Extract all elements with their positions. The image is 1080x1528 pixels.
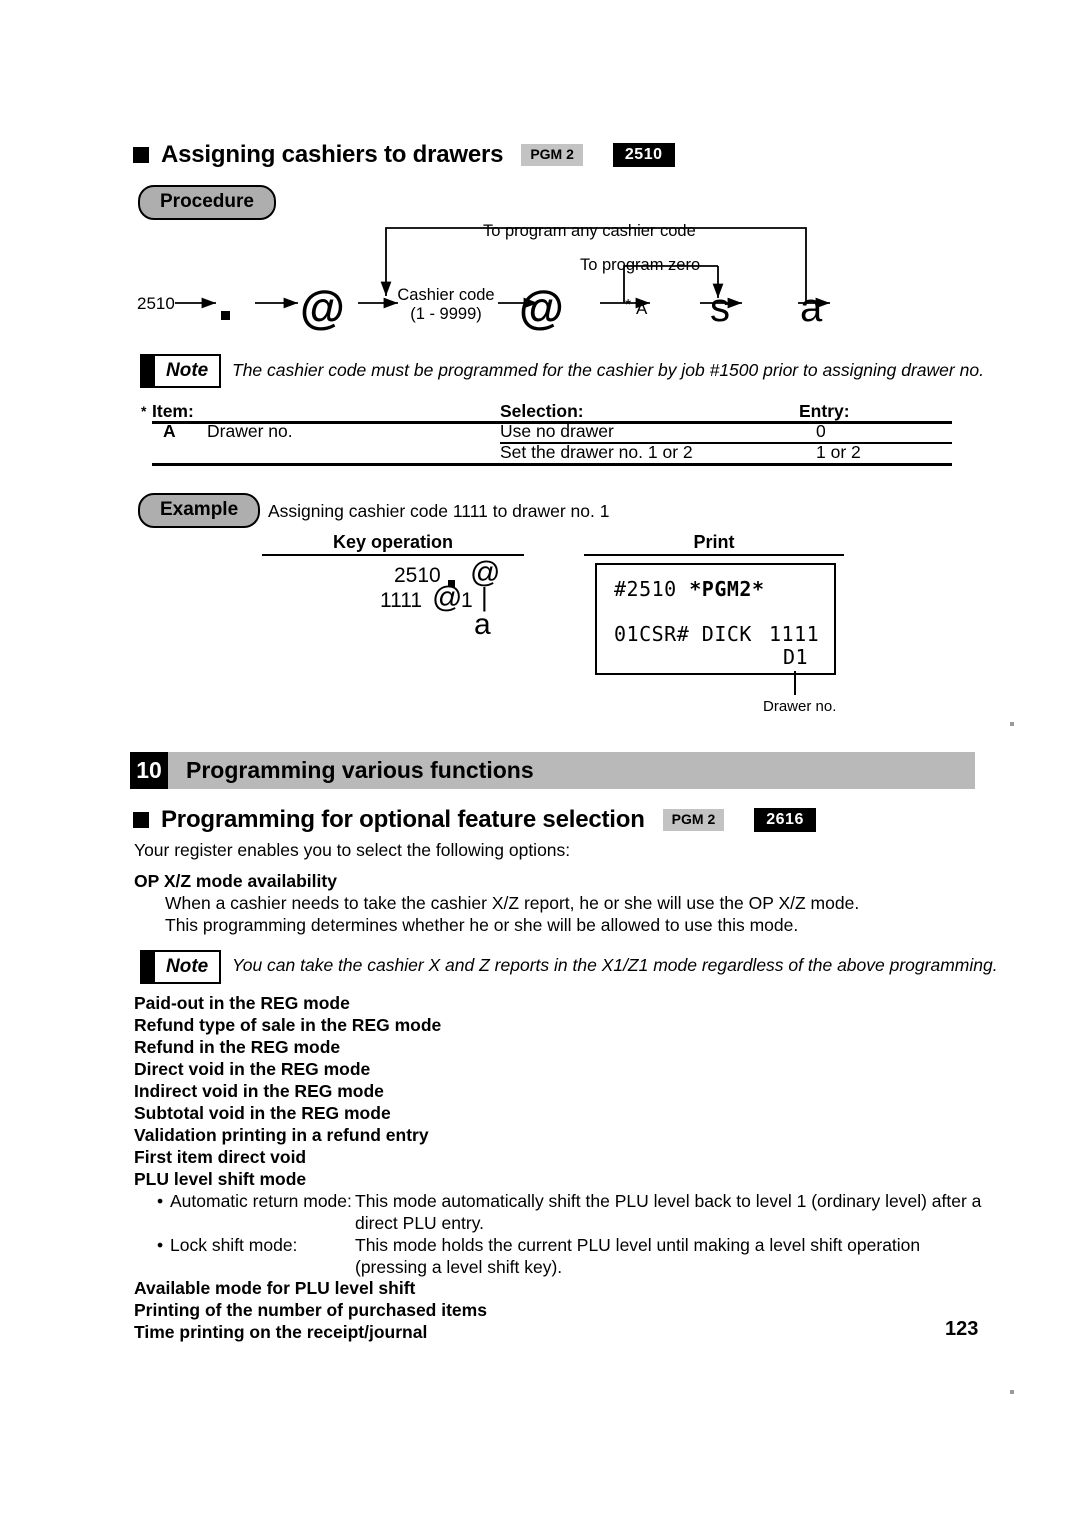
column-header-print: Print bbox=[693, 532, 735, 552]
note-badge-1: Note bbox=[140, 354, 222, 391]
option-list-item: PLU level shift mode bbox=[134, 1169, 307, 1189]
option-list-item: Paid-out in the REG mode bbox=[134, 993, 350, 1013]
receipt-line1-mode: *PGM2* bbox=[689, 577, 765, 601]
note-badge-box: Note bbox=[140, 950, 222, 984]
note-black-bar-icon bbox=[142, 356, 155, 386]
registration-tick bbox=[1010, 722, 1014, 726]
receipt-line-2-left: 01CSR# DICK bbox=[614, 622, 752, 646]
key-operation-content: 2510 @ 1111 @ 1 | a bbox=[0, 0, 1080, 640]
flow-start-code: 2510 bbox=[137, 294, 175, 313]
receipt-line-2-right: 1111 bbox=[769, 622, 820, 646]
option-list-item: Printing of the number of purchased item… bbox=[134, 1300, 487, 1320]
keyop-line2-bar-key: | bbox=[481, 582, 488, 612]
document-page: Assigning cashiers to drawers PGM 2 2510… bbox=[0, 0, 1080, 1528]
table-cell-entry: 0 bbox=[816, 421, 826, 441]
option-list-item: Indirect void in the REG mode bbox=[134, 1081, 384, 1101]
decimal-point-key-icon bbox=[221, 311, 230, 320]
option-list-item: First item direct void bbox=[134, 1147, 307, 1167]
badge-pgm-mode: PGM 2 bbox=[521, 144, 583, 166]
example-description: Assigning cashier code 1111 to drawer no… bbox=[268, 501, 610, 521]
heading-title: Assigning cashiers to drawers bbox=[161, 141, 504, 168]
table-header-entry: Entry: bbox=[799, 401, 850, 421]
example-pill: Example bbox=[138, 493, 261, 528]
section-10-title: Programming various functions bbox=[168, 752, 975, 789]
badge-job-code: 2510 bbox=[612, 143, 675, 167]
page-number: 123 bbox=[945, 1318, 979, 1340]
square-bullet-icon bbox=[133, 812, 149, 828]
section-10-number: 10 bbox=[130, 752, 168, 789]
heading-title: Programming for optional feature selecti… bbox=[161, 806, 645, 833]
plu-bullet-marker: • bbox=[157, 1191, 164, 1211]
table-cell-item: Drawer no. bbox=[207, 421, 293, 441]
option-list-item: Time printing on the receipt/journal bbox=[134, 1322, 428, 1342]
table-asterisk: * bbox=[141, 403, 147, 419]
table-header-item: Item: bbox=[152, 401, 194, 421]
table-cell-selection: Use no drawer bbox=[500, 421, 614, 441]
plu-bullet-line1: This mode automatically shift the PLU le… bbox=[355, 1191, 982, 1211]
option-list-item: Subtotal void in the REG mode bbox=[134, 1103, 391, 1123]
drawer-no-leader-line bbox=[794, 671, 796, 695]
print-receipt-box: #2510 *PGM2* 01CSR# DICK 1111 D1 bbox=[595, 563, 836, 675]
heading-optional-feature: Programming for optional feature selecti… bbox=[133, 806, 816, 834]
note-text-1: The cashier code must be programmed for … bbox=[232, 360, 984, 380]
flow-item-a: A bbox=[636, 299, 648, 318]
plu-bullet-line1: This mode holds the current PLU level un… bbox=[355, 1235, 921, 1255]
note-label: Note bbox=[166, 956, 209, 977]
table-cell-key: A bbox=[163, 421, 176, 441]
table-header-selection: Selection: bbox=[500, 401, 584, 421]
option-list-item: Direct void in the REG mode bbox=[134, 1059, 371, 1079]
flow-subtotal-key: s bbox=[710, 286, 730, 330]
keyop-line2-digit: 1 bbox=[461, 589, 473, 612]
optional-intro-text: Your register enables you to select the … bbox=[134, 840, 571, 860]
column-header-key-operation: Key operation bbox=[332, 532, 454, 552]
receipt-line-1: #2510 *PGM2* bbox=[614, 577, 765, 601]
keyop-line2-number: 1111 bbox=[380, 589, 423, 612]
opxz-line-1: When a cashier needs to take the cashier… bbox=[165, 893, 860, 913]
badge-pgm-mode: PGM 2 bbox=[662, 809, 725, 831]
example-label: Example bbox=[138, 493, 261, 528]
opxz-line-2: This programming determines whether he o… bbox=[165, 915, 799, 935]
caption-drawer-no: Drawer no. bbox=[763, 698, 837, 715]
heading-assigning-cashiers: Assigning cashiers to drawers PGM 2 2510 bbox=[133, 141, 675, 169]
procedure-label: Procedure bbox=[138, 185, 276, 220]
note-black-bar-icon bbox=[142, 952, 155, 982]
table-cell-entry: 1 or 2 bbox=[816, 442, 861, 462]
procedure-pill: Procedure bbox=[138, 185, 276, 220]
note-text-2: You can take the cashier X and Z reports… bbox=[232, 955, 998, 975]
flow-star-mark: * bbox=[625, 297, 632, 314]
table-cell-selection: Set the drawer no. 1 or 2 bbox=[500, 442, 693, 462]
note-badge-2: Note bbox=[140, 950, 222, 987]
note-label: Note bbox=[166, 360, 209, 381]
plu-bullet-line2: (pressing a level shift key). bbox=[355, 1257, 563, 1277]
receipt-line-3-right: D1 bbox=[783, 645, 809, 669]
cashier-code-line2: (1 - 9999) bbox=[410, 305, 482, 324]
keyop-line2-at-key: @ bbox=[432, 581, 463, 614]
plu-bullet-line2: direct PLU entry. bbox=[355, 1213, 485, 1233]
option-list-item: Refund type of sale in the REG mode bbox=[134, 1015, 442, 1035]
receipt-line1-code: #2510 bbox=[614, 577, 690, 601]
section-10-bar: 10 Programming various functions bbox=[130, 752, 975, 789]
note-badge-box: Note bbox=[140, 354, 222, 388]
option-list-item: Validation printing in a refund entry bbox=[134, 1125, 429, 1145]
flow-at-key-2: @ bbox=[519, 281, 564, 333]
badge-job-code: 2616 bbox=[754, 808, 816, 832]
cashier-code-line1: Cashier code bbox=[397, 286, 495, 304]
print-underline bbox=[584, 554, 844, 557]
plu-bullet-term: Lock shift mode: bbox=[170, 1235, 298, 1255]
flow-cash-key: a bbox=[800, 286, 823, 330]
option-list-item: Refund in the REG mode bbox=[134, 1037, 341, 1057]
flow-loop-top-label: To program any cashier code bbox=[483, 222, 696, 240]
flow-cashier-code-label: Cashier code (1 - 9999) bbox=[390, 286, 502, 325]
flow-at-key-1: @ bbox=[300, 281, 345, 333]
registration-tick bbox=[1010, 1390, 1014, 1394]
keyop-line3-cash-key: a bbox=[474, 608, 491, 641]
option-list-item: Available mode for PLU level shift bbox=[134, 1278, 416, 1298]
square-bullet-icon bbox=[133, 147, 149, 163]
table-rule-bottom bbox=[152, 463, 952, 466]
plu-bullet-term: Automatic return mode: bbox=[170, 1191, 352, 1211]
opxz-heading: OP X/Z mode availability bbox=[134, 871, 337, 891]
flow-loop-inner-label: To program zero bbox=[580, 256, 701, 274]
plu-bullet-marker: • bbox=[157, 1235, 164, 1255]
